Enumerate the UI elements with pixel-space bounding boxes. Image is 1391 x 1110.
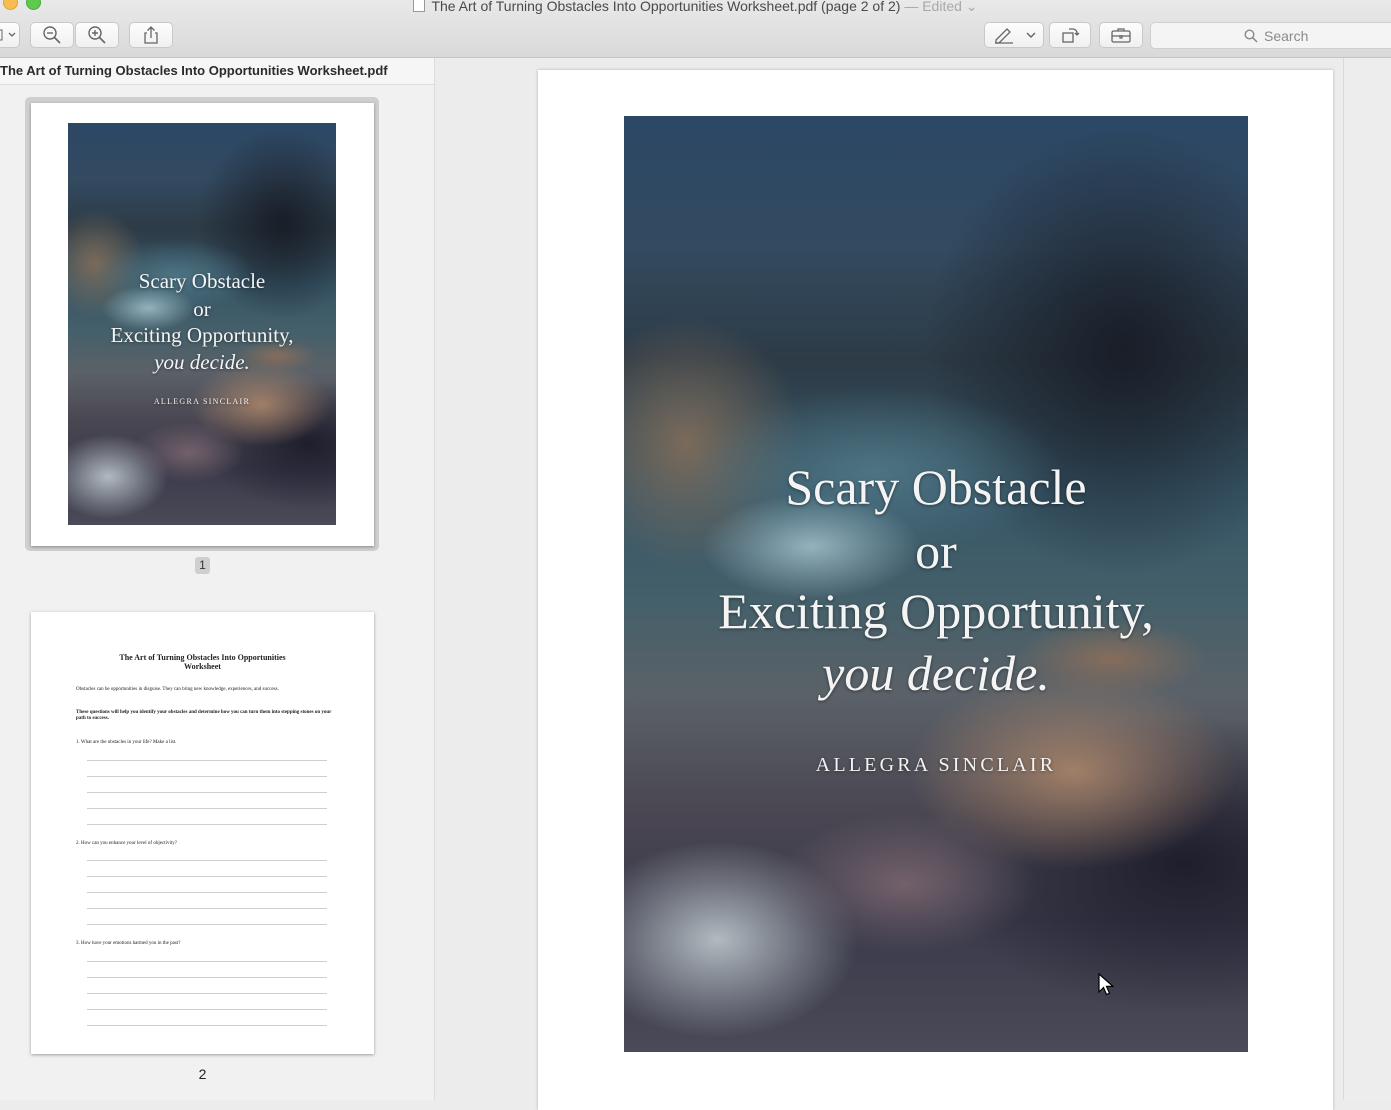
answer-line [87,961,327,962]
answer-line [87,824,327,825]
share-icon [144,26,158,44]
search-field[interactable]: Search [1150,22,1391,49]
cover-author: ALLEGRA SINCLAIR [153,397,251,406]
mouse-pointer-icon [1098,973,1114,996]
rotate-button[interactable] [1049,22,1091,48]
thumbnail-cover-image: Scary Obstacle or Exciting Opportunity, … [68,123,336,525]
answer-line [87,792,327,793]
cover-line-3: Exciting Opportunity, [110,323,294,347]
answer-line [87,1025,327,1026]
worksheet-title-line-1: The Art of Turning Obstacles Into Opport… [119,653,286,662]
rotate-icon [1062,28,1080,43]
share-button[interactable] [129,22,173,48]
zoom-out-button[interactable] [30,22,74,48]
worksheet-question-1: 1. What are the obstacles in your life? … [76,740,177,745]
zoom-in-icon [88,26,106,44]
search-icon [1244,28,1258,43]
cover-line-4: you decide. [822,645,1050,701]
cover-line-1: Scary Obstacle [138,269,266,293]
worksheet-question-3: 3. How have your emotions harmed you in … [76,941,181,946]
markup-toolbar-button[interactable] [1099,22,1143,48]
document-icon [413,0,426,12]
thumbnail-page-2[interactable]: The Art of Turning Obstacles Into Opport… [31,612,374,1054]
worksheet-intro: Obstacles can be opportunities in disgui… [76,687,279,692]
answer-line [87,924,327,925]
chevron-down-icon[interactable]: ⌄ [962,0,978,14]
answer-line [87,760,327,761]
worksheet-instructions: These questions will help you identify y… [76,710,332,721]
pen-icon [995,28,1013,44]
thumbnail-sidebar[interactable]: The Art of Turning Obstacles Into Opport… [0,58,435,1100]
window-toolbar: The Art of Turning Obstacles Into Opport… [0,0,1391,58]
toolbox-icon [1111,28,1131,43]
cover-image: Scary Obstacle or Exciting Opportunity, … [624,116,1248,1052]
chevron-down-icon [1026,32,1036,38]
window-title-text: The Art of Turning Obstacles Into Opport… [431,0,901,14]
page-number-1: 1 [195,557,210,574]
sidebar-document-title: The Art of Turning Obstacles Into Opport… [0,58,434,85]
scrollbar-track[interactable] [1343,58,1391,1100]
page-number-2: 2 [198,1066,207,1082]
zoom-in-button[interactable] [75,22,119,48]
answer-line [87,776,327,777]
answer-line [87,977,327,978]
cover-line-1: Scary Obstacle [785,459,1087,515]
document-view[interactable]: Scary Obstacle or Exciting Opportunity, … [435,58,1391,1110]
cover-line-3: Exciting Opportunity, [718,583,1154,639]
answer-line [87,892,327,893]
search-placeholder: Search [1264,27,1309,44]
answer-line [87,860,327,861]
cover-author: ALLEGRA SINCLAIR [815,754,1057,776]
sidebar-view-button[interactable] [0,22,20,48]
worksheet-title-line-2: Worksheet [184,662,221,671]
answer-line [87,1009,327,1010]
edited-status[interactable]: — Edited [904,0,962,14]
answer-line [87,993,327,994]
window-title: The Art of Turning Obstacles Into Opport… [0,0,1391,15]
markup-button[interactable] [984,22,1044,48]
pdf-page: Scary Obstacle or Exciting Opportunity, … [538,70,1333,1110]
chevron-down-icon [0,29,16,41]
cover-line-2: or [915,523,957,579]
answer-line [87,876,327,877]
cover-line-4: you decide. [154,350,250,374]
cover-line-2: or [193,297,211,321]
answer-line [87,908,327,909]
zoom-out-icon [43,26,61,44]
answer-line [87,808,327,809]
thumbnail-page-1[interactable]: Scary Obstacle or Exciting Opportunity, … [31,103,374,546]
worksheet-question-2: 2. How can you enhance your level of obj… [76,841,177,846]
